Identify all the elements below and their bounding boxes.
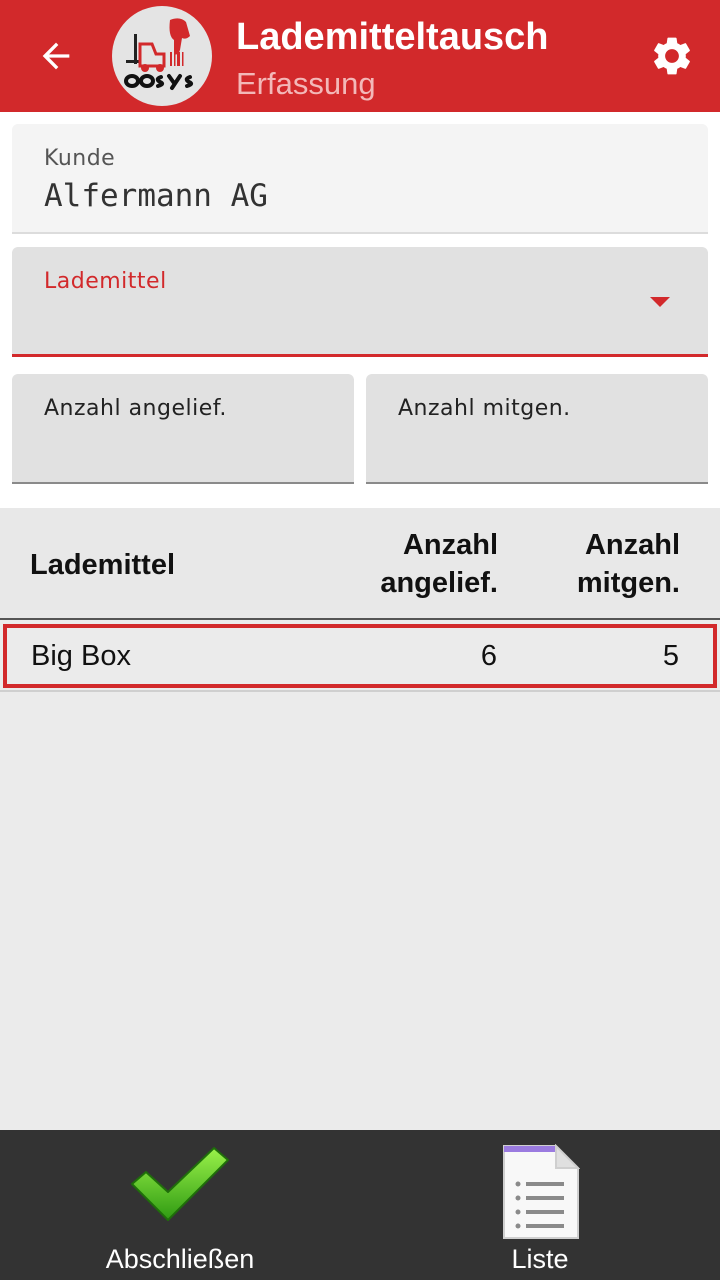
table-row[interactable]: Big Box 6 5 bbox=[3, 624, 717, 688]
delivered-quantity-label: Anzahl angelief. bbox=[44, 396, 227, 421]
customer-field[interactable]: Kunde Alfermann AG bbox=[12, 124, 708, 234]
forklift-scanner-logo-icon bbox=[124, 18, 194, 90]
finish-button[interactable]: Abschließen bbox=[0, 1130, 360, 1280]
table-header: Lademittel Anzahl angelief. Anzahl mitge… bbox=[0, 508, 720, 620]
bottom-action-bar: Abschließen Liste bbox=[0, 1130, 720, 1280]
delivered-quantity-input[interactable]: Anzahl angelief. bbox=[12, 374, 354, 484]
column-header-returned-line1: Anzahl bbox=[584, 529, 680, 561]
returned-quantity-label: Anzahl mitgen. bbox=[398, 396, 571, 421]
finish-label: Abschließen bbox=[105, 1244, 255, 1274]
load-carrier-select[interactable]: Lademittel bbox=[12, 247, 708, 357]
table-body: Big Box 6 5 bbox=[0, 620, 720, 1130]
column-header-delivered-line2: angelief. bbox=[380, 567, 498, 599]
checkmark-icon bbox=[131, 1147, 229, 1221]
page-subtitle: Erfassung bbox=[236, 66, 376, 101]
row-returned-count: 5 bbox=[662, 640, 679, 672]
returned-quantity-input[interactable]: Anzahl mitgen. bbox=[366, 374, 708, 484]
load-carrier-label: Lademittel bbox=[44, 269, 167, 294]
dropdown-arrow-icon bbox=[650, 297, 670, 307]
arrow-back-icon bbox=[42, 42, 70, 70]
row-delivered-count: 6 bbox=[480, 640, 497, 672]
app-bar: Lademitteltausch Erfassung bbox=[0, 0, 720, 112]
list-label: Liste bbox=[511, 1244, 569, 1274]
list-button[interactable]: Liste bbox=[360, 1130, 720, 1280]
customer-label: Kunde bbox=[44, 146, 116, 171]
page-title: Lademitteltausch bbox=[236, 16, 549, 58]
app-logo bbox=[112, 6, 212, 106]
document-list-icon bbox=[503, 1144, 580, 1239]
gear-icon bbox=[654, 37, 690, 75]
settings-button[interactable] bbox=[644, 28, 700, 84]
back-button[interactable] bbox=[32, 32, 80, 80]
column-header-delivered: Anzahl angelief. bbox=[380, 526, 498, 602]
row-load-carrier: Big Box bbox=[31, 640, 131, 672]
row-divider bbox=[0, 690, 720, 692]
column-header-returned-line2: mitgen. bbox=[576, 567, 680, 599]
column-header-delivered-line1: Anzahl bbox=[402, 529, 498, 561]
column-header-load-carrier: Lademittel bbox=[30, 549, 176, 581]
customer-value: Alfermann AG bbox=[44, 178, 268, 214]
column-header-returned: Anzahl mitgen. bbox=[577, 526, 680, 602]
